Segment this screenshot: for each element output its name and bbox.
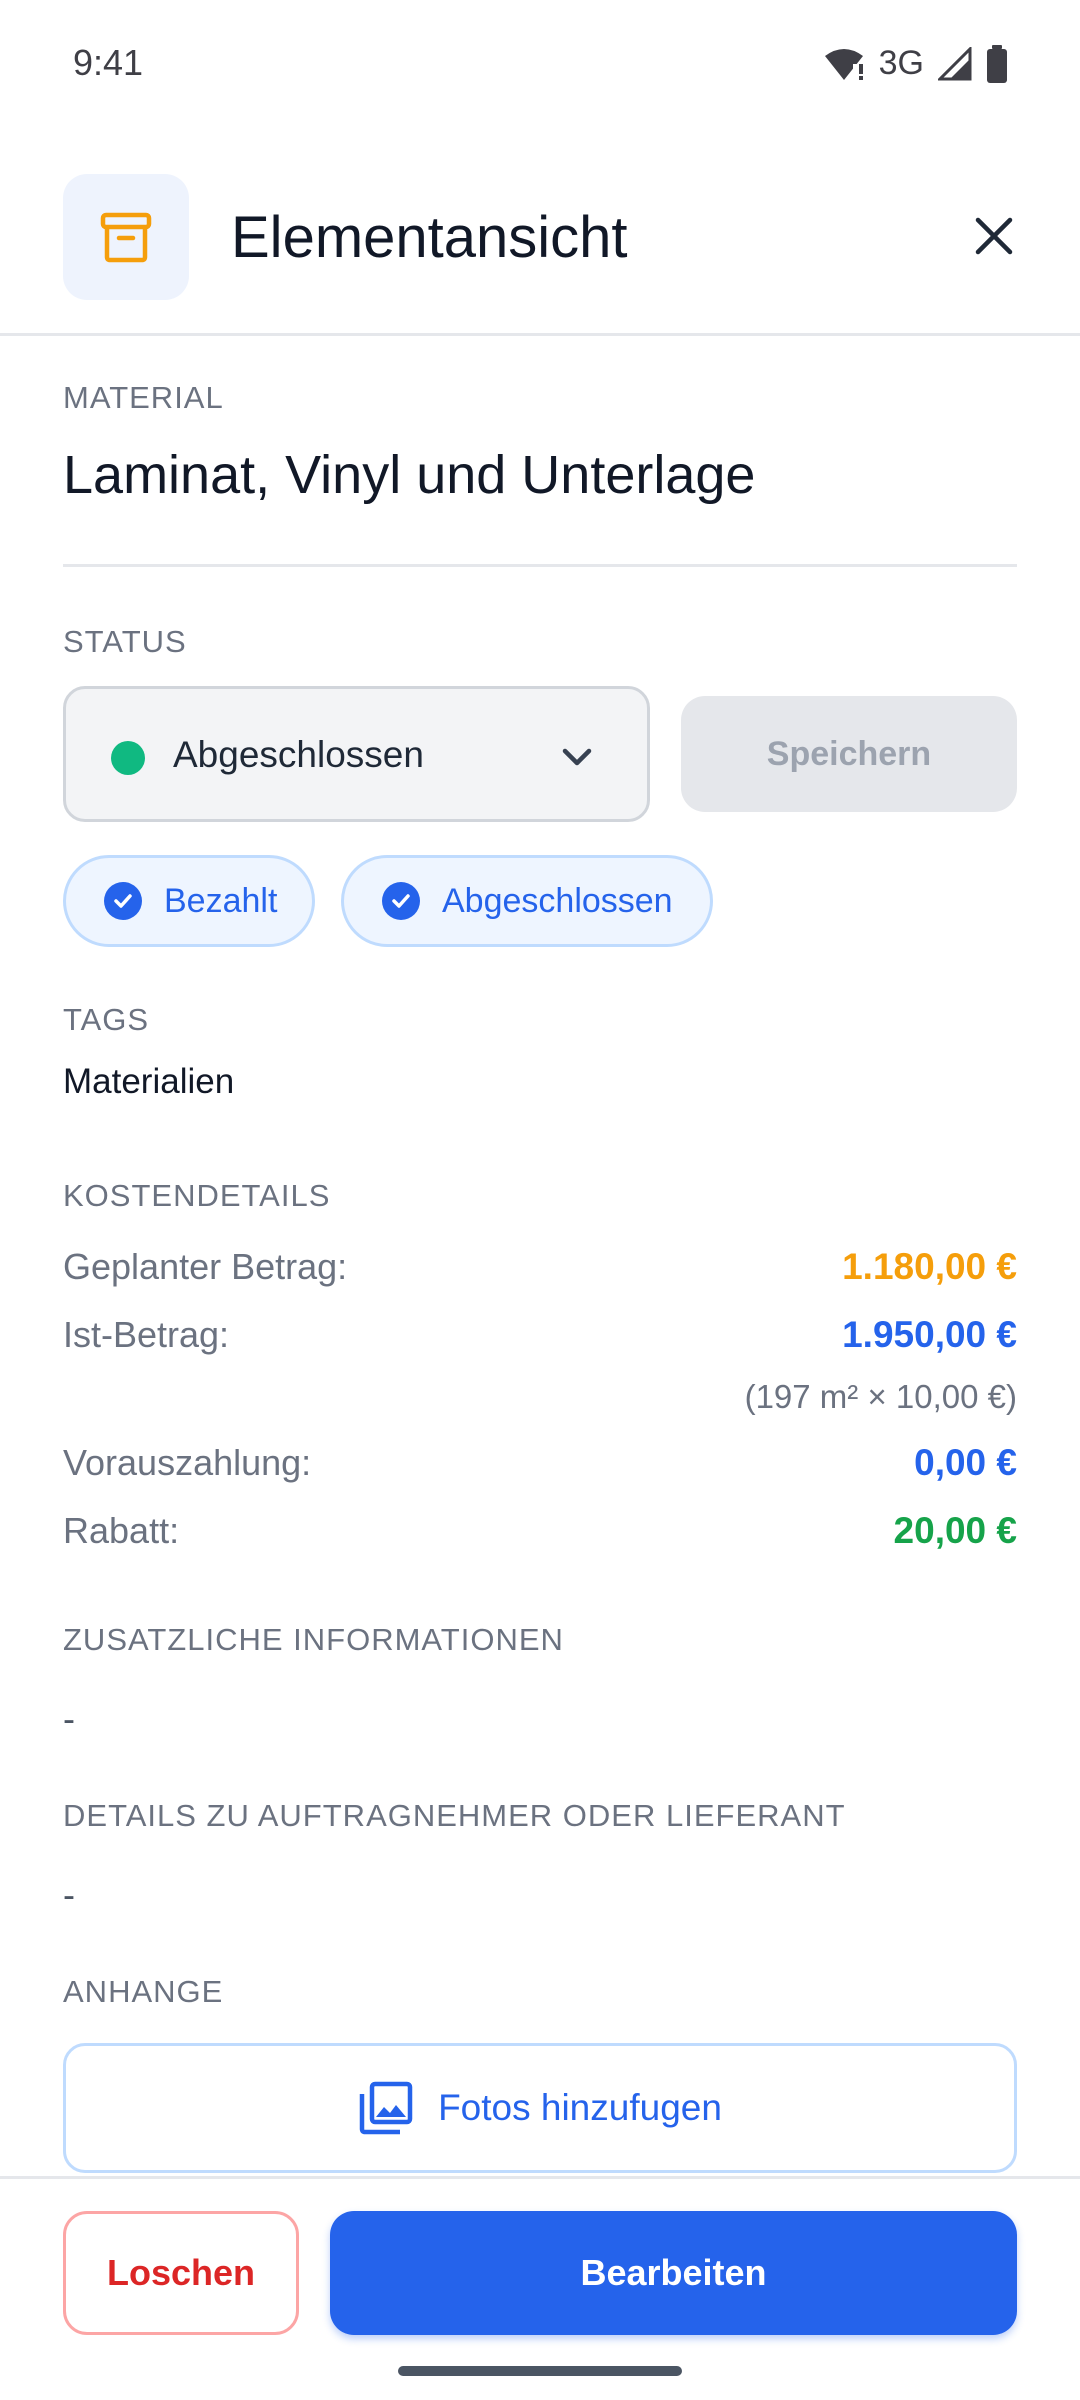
- archive-icon: [63, 174, 189, 300]
- wifi-icon: [824, 48, 863, 80]
- cost-value-actual: 1.950,00 €: [842, 1314, 1017, 1355]
- check-circle-icon: [104, 882, 142, 920]
- delete-button[interactable]: Loschen: [63, 2211, 299, 2335]
- tag-value: Materialien: [63, 1062, 235, 1101]
- edit-button[interactable]: Bearbeiten: [330, 2211, 1017, 2335]
- add-photos-button[interactable]: Fotos hinzufugen: [63, 2043, 1017, 2173]
- status-bar: 9:41 3G: [0, 0, 1080, 130]
- status-icons: 3G: [823, 44, 1008, 83]
- status-label: STATUS: [63, 624, 187, 659]
- close-button[interactable]: [958, 200, 1030, 272]
- check-circle-icon: [382, 882, 420, 920]
- add-photos-label: Fotos hinzufugen: [438, 2087, 722, 2128]
- chip-label: Abgeschlossen: [442, 881, 673, 920]
- tags-label: TAGS: [63, 1002, 150, 1037]
- signal-icon: [938, 46, 972, 80]
- status-dot: [111, 741, 145, 775]
- additional-info-value: -: [63, 1698, 75, 1739]
- material-name: Laminat, Vinyl und Unterlage: [63, 445, 756, 505]
- detail-content[interactable]: MATERIAL Laminat, Vinyl und Unterlage ST…: [0, 338, 1080, 2176]
- cost-row-actual: Ist-Betrag: 1.950,00 €: [63, 1314, 1017, 1364]
- cost-note: (197 m² × 10,00 €): [744, 1378, 1017, 1415]
- contractor-value: -: [63, 1874, 75, 1915]
- contractor-label: DETAILS ZU AUFTRAGNEHMER ODER LIEFERANT: [63, 1798, 846, 1833]
- status-time: 9:41: [73, 42, 144, 83]
- cost-row-prepayment: Vorauszahlung: 0,00 €: [63, 1442, 1017, 1492]
- battery-icon: [987, 44, 1007, 83]
- screen: 9:41 3G Elementansicht MATERIAL Laminat,…: [0, 0, 1080, 2400]
- cost-key: Rabatt:: [63, 1510, 180, 1551]
- status-select[interactable]: Abgeschlossen: [63, 686, 650, 822]
- cost-value-prepayment: 0,00 €: [914, 1442, 1017, 1483]
- cost-value-discount: 20,00 €: [893, 1510, 1017, 1551]
- header: Elementansicht: [0, 170, 1080, 336]
- cost-details-label: KOSTENDETAILS: [63, 1178, 331, 1213]
- chip-paid[interactable]: Bezahlt: [63, 855, 315, 947]
- save-button[interactable]: Speichern: [681, 696, 1017, 812]
- cost-row-discount: Rabatt: 20,00 €: [63, 1510, 1017, 1560]
- chip-completed[interactable]: Abgeschlossen: [341, 855, 713, 947]
- cost-key: Geplanter Betrag:: [63, 1246, 348, 1287]
- cost-key: Vorauszahlung:: [63, 1442, 312, 1483]
- network-type: 3G: [878, 44, 924, 82]
- home-indicator[interactable]: [398, 2366, 682, 2376]
- material-label: MATERIAL: [63, 380, 224, 415]
- chip-label: Bezahlt: [164, 881, 278, 920]
- additional-info-label: ZUSATZLICHE INFORMATIONEN: [63, 1622, 564, 1657]
- page-title: Elementansicht: [231, 205, 628, 270]
- chevron-down-icon: [562, 748, 592, 766]
- cost-value-planned: 1.180,00 €: [842, 1246, 1017, 1287]
- cost-key: Ist-Betrag:: [63, 1314, 230, 1355]
- close-icon: [975, 217, 1013, 255]
- cost-row-planned: Geplanter Betrag: 1.180,00 €: [63, 1246, 1017, 1296]
- divider: [63, 564, 1017, 567]
- attachments-label: ANHANGE: [63, 1974, 224, 2009]
- footer: Loschen Bearbeiten: [0, 2176, 1080, 2400]
- status-select-value: Abgeschlossen: [173, 734, 424, 775]
- image-gallery-icon: [359, 2081, 413, 2135]
